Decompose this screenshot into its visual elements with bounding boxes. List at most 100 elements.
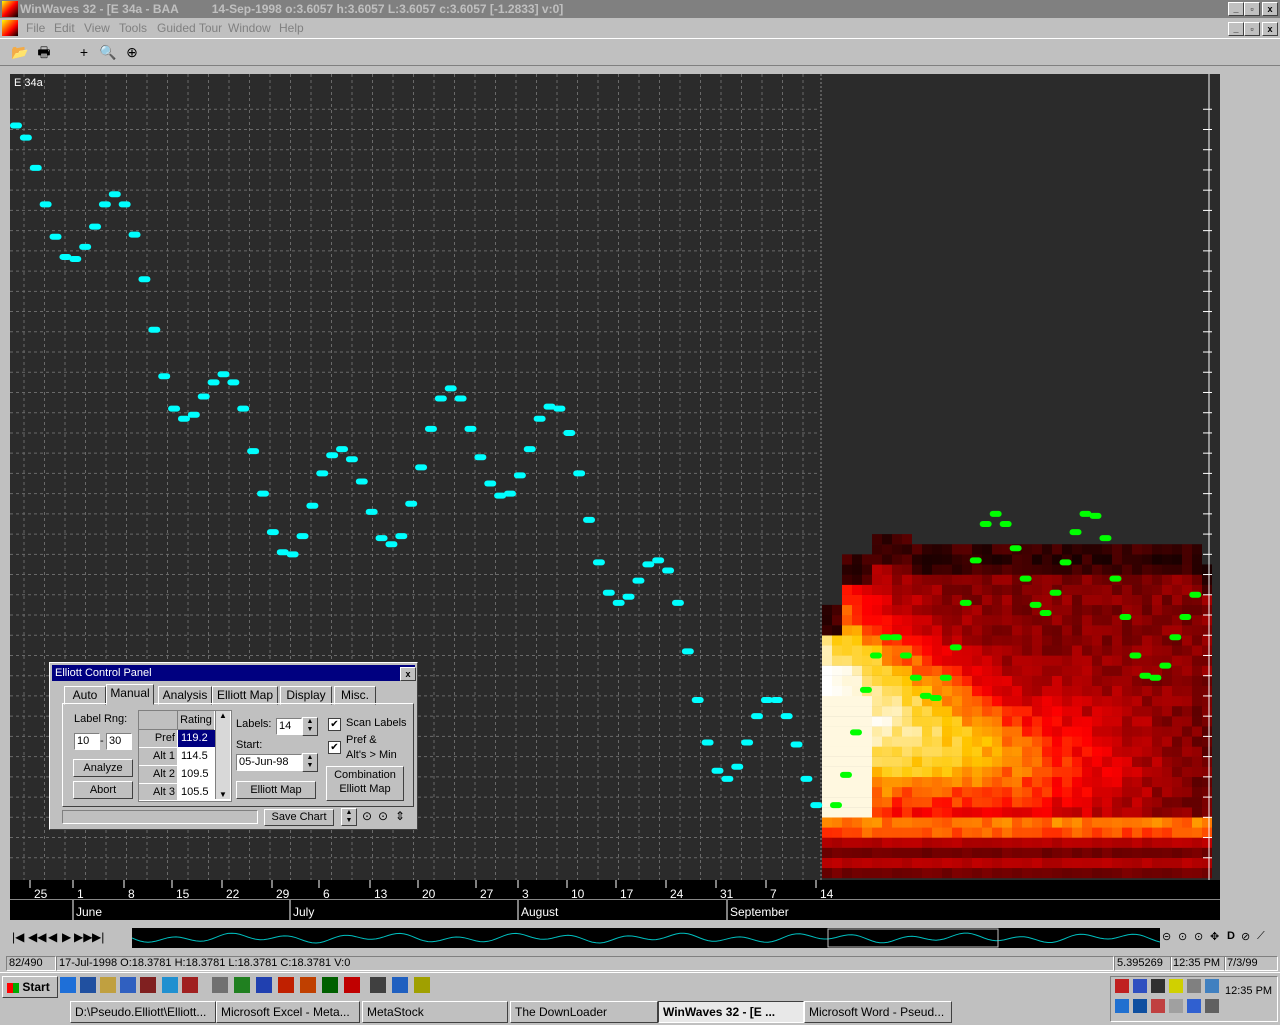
doc-restore-button[interactable]: ▫ (1244, 22, 1260, 36)
task-excel[interactable]: Microsoft Excel - Meta... (216, 1001, 360, 1023)
scan-labels-checkbox[interactable]: ✔ (328, 718, 341, 731)
tray-icon-4[interactable] (1169, 979, 1183, 993)
tray-icon-7[interactable] (1115, 999, 1129, 1013)
start-button[interactable]: Start (2, 976, 58, 998)
doc-icon[interactable] (2, 20, 18, 36)
row-alt3-rating[interactable]: 105.5 (178, 784, 215, 800)
quicklaunch-pencil-icon[interactable] (414, 977, 430, 993)
taskbar-clock[interactable]: 12:35 PM (1225, 985, 1272, 997)
target-icon[interactable]: ⊕ (122, 42, 142, 62)
label-range-from[interactable]: 10 (74, 733, 100, 750)
analyze-button[interactable]: Analyze (73, 759, 133, 777)
tray-icon-6[interactable] (1205, 979, 1219, 993)
quicklaunch-metastock-icon[interactable] (140, 977, 156, 993)
quicklaunch-excel-icon[interactable] (234, 977, 250, 993)
labels-spin[interactable]: ▲ ▼ (302, 717, 318, 736)
row-alt3-name[interactable]: Alt 3 (139, 784, 177, 800)
row-alt2-name[interactable]: Alt 2 (139, 766, 177, 783)
save-chart-button[interactable]: Save Chart (264, 809, 334, 826)
menu-view[interactable]: View (84, 21, 110, 35)
crosshair-icon[interactable]: + (74, 42, 94, 62)
quicklaunch-chart-icon[interactable] (182, 977, 198, 993)
tray-icon-9[interactable] (1151, 999, 1165, 1013)
zoom-icon[interactable]: 🔍 (98, 42, 118, 62)
task-metastock[interactable]: MetaStock (362, 1001, 508, 1023)
overview-strip[interactable] (132, 928, 1160, 948)
quicklaunch-word-icon[interactable] (256, 977, 272, 993)
quicklaunch-winwaves-icon[interactable] (278, 977, 294, 993)
tab-manual[interactable]: Manual (106, 684, 154, 705)
combination-elliott-map-button[interactable]: Combination Elliott Map (326, 766, 404, 801)
quicklaunch-network-icon[interactable] (392, 977, 408, 993)
tray-icon-10[interactable] (1169, 999, 1183, 1013)
step-back-button[interactable]: ◀ (48, 930, 57, 944)
task-downloader[interactable]: The DownLoader (510, 1001, 658, 1023)
doc-close-button[interactable]: x (1262, 22, 1278, 36)
panel-spin[interactable]: ▲ ▼ (341, 808, 357, 826)
close-button[interactable]: x (1262, 2, 1278, 16)
quicklaunch-tools-icon[interactable] (120, 977, 136, 993)
elliott-map-button[interactable]: Elliott Map (236, 781, 316, 799)
menu-help[interactable]: Help (279, 21, 304, 35)
first-record-button[interactable]: |◀ (12, 930, 24, 944)
quicklaunch-box-icon[interactable] (370, 977, 386, 993)
start-date-input[interactable]: 05-Jun-98 (236, 754, 302, 771)
daily-icon[interactable]: D (1227, 930, 1235, 942)
tray-icon-3[interactable] (1151, 979, 1165, 993)
quicklaunch-access-icon[interactable] (162, 977, 178, 993)
tray-icon-2[interactable] (1133, 979, 1147, 993)
maximize-button[interactable]: ▫ (1244, 2, 1260, 16)
page-forward-button[interactable]: ▶▶ (74, 930, 92, 944)
rating-grid[interactable]: Rating ▲ ▼ Pref 119.2 Alt 1 114.5 Alt 2 … (138, 710, 232, 802)
last-record-button[interactable]: ▶| (92, 930, 104, 944)
panel-updown-icon[interactable]: ⇕ (395, 809, 405, 823)
panel-circle-icon[interactable]: ⊙ (378, 809, 388, 823)
page-back-button[interactable]: ◀◀ (28, 930, 46, 944)
row-pref-name[interactable]: Pref (139, 730, 177, 747)
task-explorer[interactable]: D:\Pseudo.Elliott\Elliott... (70, 1001, 216, 1023)
task-winwaves[interactable]: WinWaves 32 - [E ... (658, 1001, 804, 1023)
move-icon[interactable]: ✥ (1210, 930, 1219, 943)
quicklaunch-outlook-icon[interactable] (100, 977, 116, 993)
rating-scroll[interactable]: ▲ ▼ (215, 711, 230, 799)
tray-icon-8[interactable] (1133, 999, 1147, 1013)
quicklaunch-red-icon[interactable] (344, 977, 360, 993)
abort-button[interactable]: Abort (73, 781, 133, 799)
menu-guided-tour[interactable]: Guided Tour (157, 21, 222, 35)
minimize-button[interactable]: _ (1228, 2, 1244, 16)
row-pref-rating[interactable]: 119.2 (178, 730, 215, 747)
menu-tools[interactable]: Tools (119, 21, 147, 35)
ecp-close-button[interactable]: x (400, 667, 416, 681)
quicklaunch-graph-icon[interactable] (322, 977, 338, 993)
tray-icon-1[interactable] (1115, 979, 1129, 993)
row-alt1-name[interactable]: Alt 1 (139, 748, 177, 765)
open-icon[interactable]: 📂 (10, 42, 30, 62)
menu-window[interactable]: Window (228, 21, 271, 35)
panel-target-icon[interactable]: ⊙ (362, 809, 372, 823)
task-word[interactable]: Microsoft Word - Pseud... (804, 1001, 952, 1023)
zoom-out-icon[interactable]: ⊝ (1162, 930, 1171, 943)
start-spin[interactable]: ▲ ▼ (302, 753, 318, 772)
label-range-to[interactable]: 30 (106, 733, 132, 750)
row-alt2-rating[interactable]: 109.5 (178, 766, 215, 783)
menu-edit[interactable]: Edit (54, 21, 75, 35)
tray-icon-12[interactable] (1205, 999, 1219, 1013)
print-icon[interactable]: 🖶 (34, 42, 54, 62)
row-alt1-rating[interactable]: 114.5 (178, 748, 215, 765)
menu-file[interactable]: File (26, 21, 45, 35)
quicklaunch-desktop-icon[interactable] (80, 977, 96, 993)
tray-icon-11[interactable] (1187, 999, 1201, 1013)
zoom-in-icon[interactable]: ⊙ (1178, 930, 1187, 943)
quicklaunch-ppt-icon[interactable] (300, 977, 316, 993)
quicklaunch-app-icon[interactable] (212, 977, 228, 993)
tray-volume-icon[interactable] (1187, 979, 1201, 993)
winwaves-app-icon[interactable] (2, 1, 18, 17)
step-forward-button[interactable]: ▶ (62, 930, 71, 944)
target-nav-icon[interactable]: ⊙ (1194, 930, 1203, 943)
quicklaunch-ie-icon[interactable] (60, 977, 76, 993)
labels-count-input[interactable]: 14 (276, 718, 302, 735)
scroll-icon[interactable]: ⊘ (1241, 930, 1250, 943)
pref-alt-checkbox[interactable]: ✔ (328, 741, 341, 754)
trendline-icon[interactable]: ⟋ (1257, 930, 1265, 943)
doc-minimize-button[interactable]: _ (1228, 22, 1244, 36)
